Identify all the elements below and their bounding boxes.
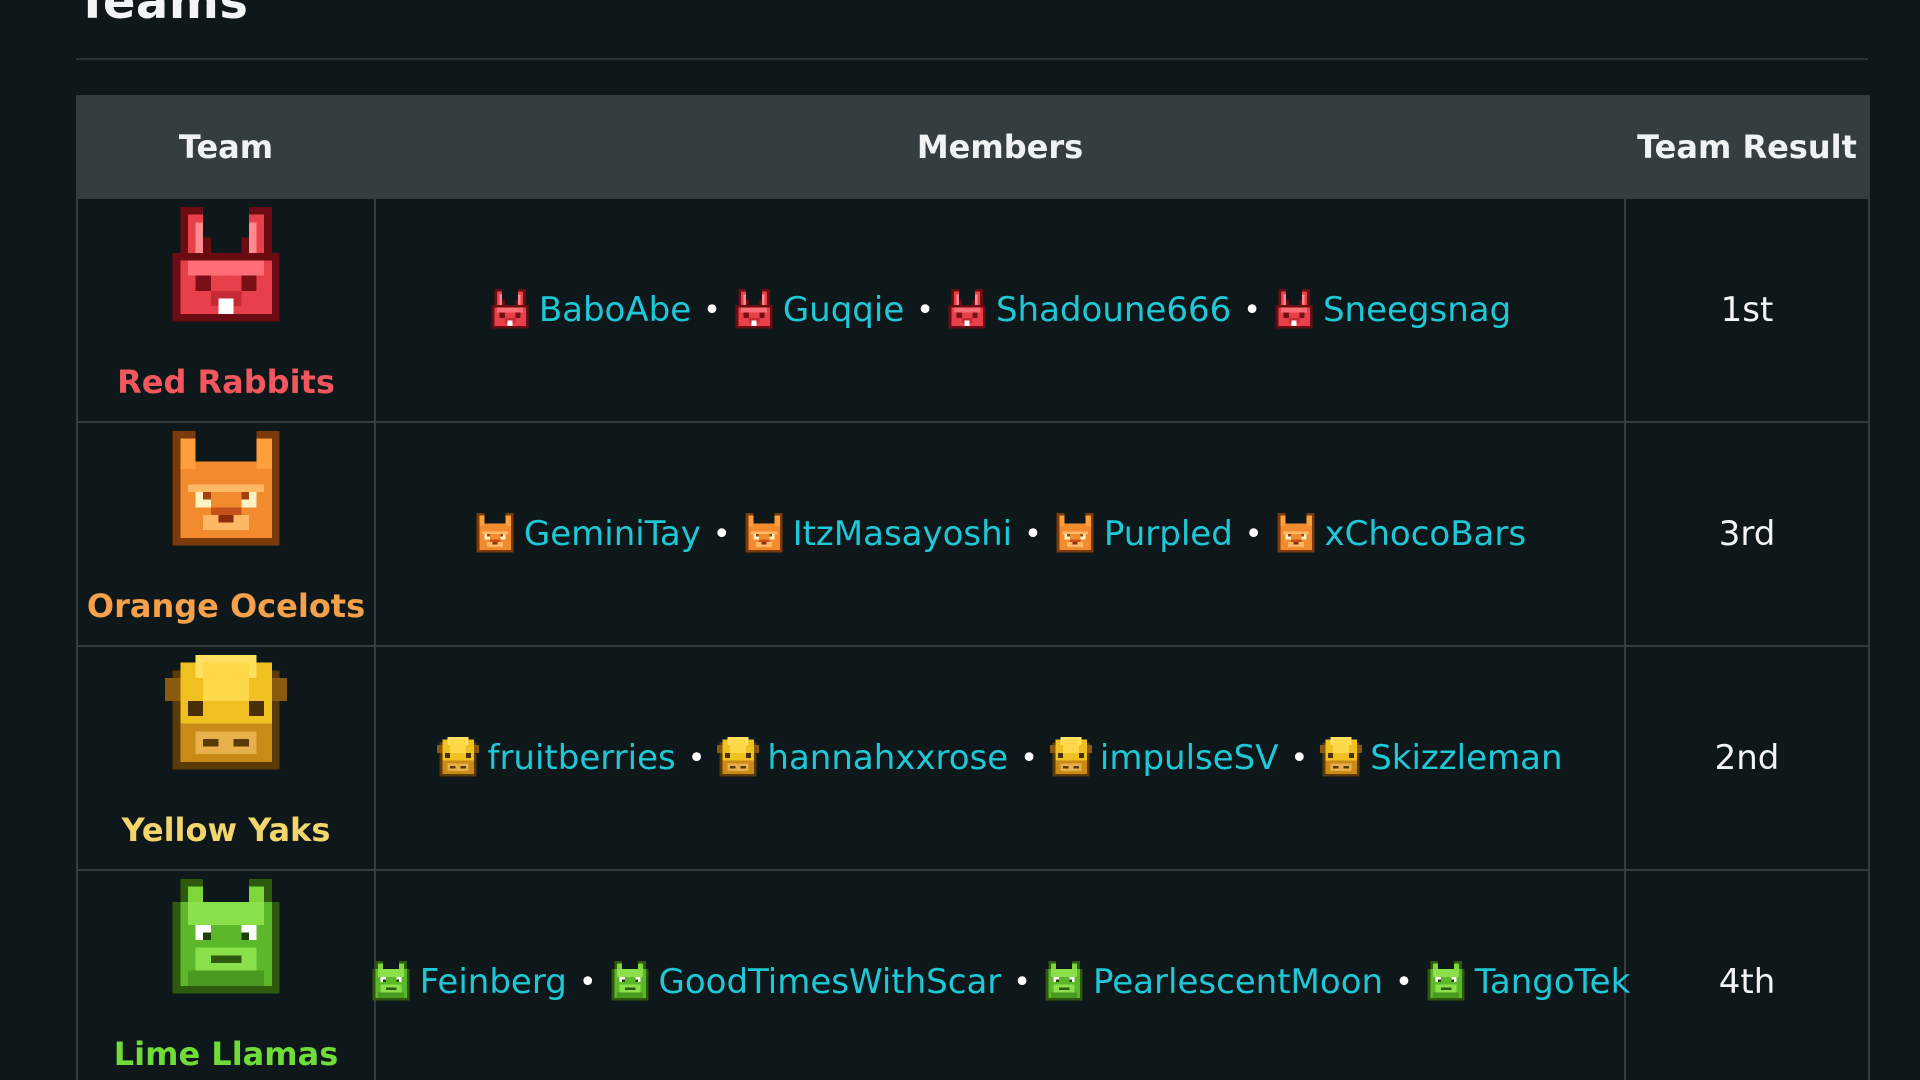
member-separator: • (712, 516, 731, 552)
table-row: Red Rabbits BaboAbe • Guqqie • Shadoune666 • Sn… (76, 197, 1870, 423)
team-result: 3rd (1624, 421, 1870, 647)
orange-ocelot-icon (474, 513, 516, 555)
yellow-yak-icon (165, 655, 287, 777)
column-header-result[interactable]: Team Result (1624, 95, 1870, 199)
member-link[interactable]: Feinberg (370, 961, 567, 1003)
member-name: impulseSV (1099, 738, 1279, 778)
member-name: xChocoBars (1324, 514, 1527, 554)
lime-llama-icon (370, 961, 412, 1003)
member-link[interactable]: fruitberries (437, 737, 676, 779)
orange-ocelot-icon (1054, 513, 1096, 555)
orange-ocelot-icon (1275, 513, 1317, 555)
member-link[interactable]: Skizzleman (1320, 737, 1563, 779)
team-cell: Yellow Yaks (76, 645, 376, 871)
team-result: 4th (1624, 869, 1870, 1080)
team-name[interactable]: Yellow Yaks (122, 811, 331, 849)
member-link[interactable]: Purpled (1054, 513, 1233, 555)
team-cell: Orange Ocelots (76, 421, 376, 647)
lime-llama-icon (165, 879, 287, 1001)
member-separator: • (1024, 516, 1042, 552)
members-cell: GeminiTay • ItzMasayoshi • Purpled • xChocoBar… (374, 421, 1626, 647)
yellow-yak-icon (437, 737, 479, 779)
red-rabbit-icon (1273, 289, 1315, 331)
team-cell: Red Rabbits (76, 197, 376, 423)
red-rabbit-icon (489, 289, 531, 331)
members-cell: Feinberg • GoodTimesWithScar • PearlescentMo… (375, 869, 1630, 1080)
member-separator: • (1395, 964, 1413, 1000)
member-name: Purpled (1103, 514, 1233, 554)
member-name: ItzMasayoshi (792, 514, 1013, 554)
members-cell: fruitberries • hannahxxrose • impulseSV • Skiz… (374, 645, 1626, 871)
member-separator: • (916, 292, 934, 328)
team-result: 2nd (1624, 645, 1870, 871)
table-row: Lime Llamas Feinberg • GoodTimesWithScar • Pe… (76, 869, 1870, 1080)
members-cell: BaboAbe • Guqqie • Shadoune666 • Sneegsnag (374, 197, 1626, 423)
title-divider (76, 58, 1868, 60)
team-result: 1st (1624, 197, 1870, 423)
member-link[interactable]: PearlescentMoon (1043, 961, 1383, 1003)
team-name[interactable]: Red Rabbits (117, 363, 335, 401)
column-header-members[interactable]: Members (374, 95, 1626, 199)
team-name[interactable]: Orange Ocelots (87, 587, 365, 625)
member-link[interactable]: Sneegsnag (1273, 289, 1511, 331)
member-separator: • (1244, 516, 1263, 552)
member-link[interactable]: ItzMasayoshi (743, 513, 1013, 555)
member-name: fruitberries (487, 738, 676, 778)
yellow-yak-icon (1320, 737, 1362, 779)
member-separator: • (1020, 740, 1038, 776)
team-cell: Lime Llamas (76, 869, 376, 1080)
member-name: BaboAbe (538, 290, 692, 330)
lime-llama-icon (1425, 961, 1467, 1003)
member-link[interactable]: impulseSV (1050, 737, 1279, 779)
member-separator: • (1290, 740, 1309, 776)
member-name: TangoTek (1474, 962, 1631, 1002)
member-link[interactable]: Guqqie (733, 289, 904, 331)
table-row: Yellow Yaks fruitberries • hannahxxrose • imp… (76, 645, 1870, 871)
member-name: Guqqie (782, 290, 905, 330)
member-name: Shadoune666 (995, 290, 1232, 330)
red-rabbit-icon (946, 289, 988, 331)
member-name: GeminiTay (523, 514, 701, 554)
lime-llama-icon (609, 961, 651, 1003)
red-rabbit-icon (165, 207, 287, 329)
member-name: Skizzleman (1370, 738, 1563, 778)
orange-ocelot-icon (165, 431, 287, 553)
section-title: Teams (76, 0, 249, 30)
member-link[interactable]: xChocoBars (1275, 513, 1527, 555)
member-link[interactable]: BaboAbe (489, 289, 691, 331)
member-link[interactable]: GeminiTay (474, 513, 701, 555)
member-name: PearlescentMoon (1092, 962, 1384, 1002)
member-link[interactable]: TangoTek (1425, 961, 1631, 1003)
team-name[interactable]: Lime Llamas (114, 1035, 338, 1073)
page: Teams Team Members Team Result Red Rabbi… (0, 0, 1920, 1080)
member-link[interactable]: Shadoune666 (946, 289, 1231, 331)
member-name: Sneegsnag (1322, 290, 1512, 330)
teams-table: Team Members Team Result Red Rabbits Babo… (76, 95, 1870, 1080)
lime-llama-icon (1043, 961, 1085, 1003)
member-name: Feinberg (419, 962, 567, 1002)
member-separator: • (1013, 964, 1031, 1000)
member-name: GoodTimesWithScar (658, 962, 1002, 1002)
member-link[interactable]: hannahxxrose (717, 737, 1008, 779)
yellow-yak-icon (1050, 737, 1092, 779)
member-separator: • (578, 964, 597, 1000)
member-separator: • (687, 740, 706, 776)
table-header-row: Team Members Team Result (76, 95, 1870, 199)
red-rabbit-icon (733, 289, 775, 331)
member-separator: • (1243, 292, 1261, 328)
orange-ocelot-icon (743, 513, 785, 555)
member-name: hannahxxrose (767, 738, 1009, 778)
table-row: Orange Ocelots GeminiTay • ItzMasayoshi • Pur… (76, 421, 1870, 647)
yellow-yak-icon (717, 737, 759, 779)
column-header-team[interactable]: Team (76, 95, 376, 199)
member-link[interactable]: GoodTimesWithScar (609, 961, 1002, 1003)
member-separator: • (703, 292, 721, 328)
